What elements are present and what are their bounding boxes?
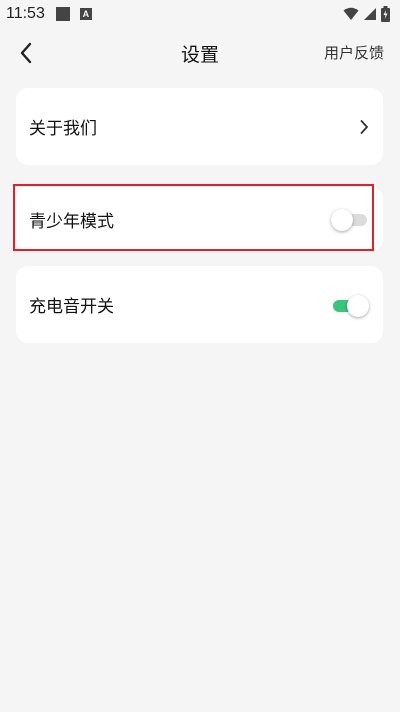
notification-square-icon (55, 7, 70, 21)
charge-sound-toggle[interactable] (333, 294, 369, 317)
charge-sound-label: 充电音开关 (29, 297, 114, 317)
youth-mode-item: 青少年模式 (16, 187, 383, 251)
youth-mode-toggle[interactable] (331, 209, 369, 231)
toggle-knob (347, 294, 369, 317)
about-us-item[interactable]: 关于我们 (16, 88, 383, 165)
about-us-label: 关于我们 (29, 119, 97, 139)
chevron-right-icon (360, 119, 368, 134)
toggle-knob (331, 209, 353, 231)
youth-mode-label: 青少年模式 (29, 211, 114, 232)
status-time: 11:53 (6, 5, 45, 22)
header: 设置 用户反馈 (0, 28, 400, 78)
signal-icon (364, 8, 376, 20)
a-badge-icon: A (79, 8, 92, 20)
status-bar: 11:53 A (0, 0, 400, 28)
charge-sound-item: 充电音开关 (16, 266, 383, 343)
status-icons (343, 6, 390, 22)
battery-icon (381, 6, 390, 22)
feedback-button[interactable]: 用户反馈 (324, 42, 384, 63)
wifi-icon (343, 7, 359, 20)
